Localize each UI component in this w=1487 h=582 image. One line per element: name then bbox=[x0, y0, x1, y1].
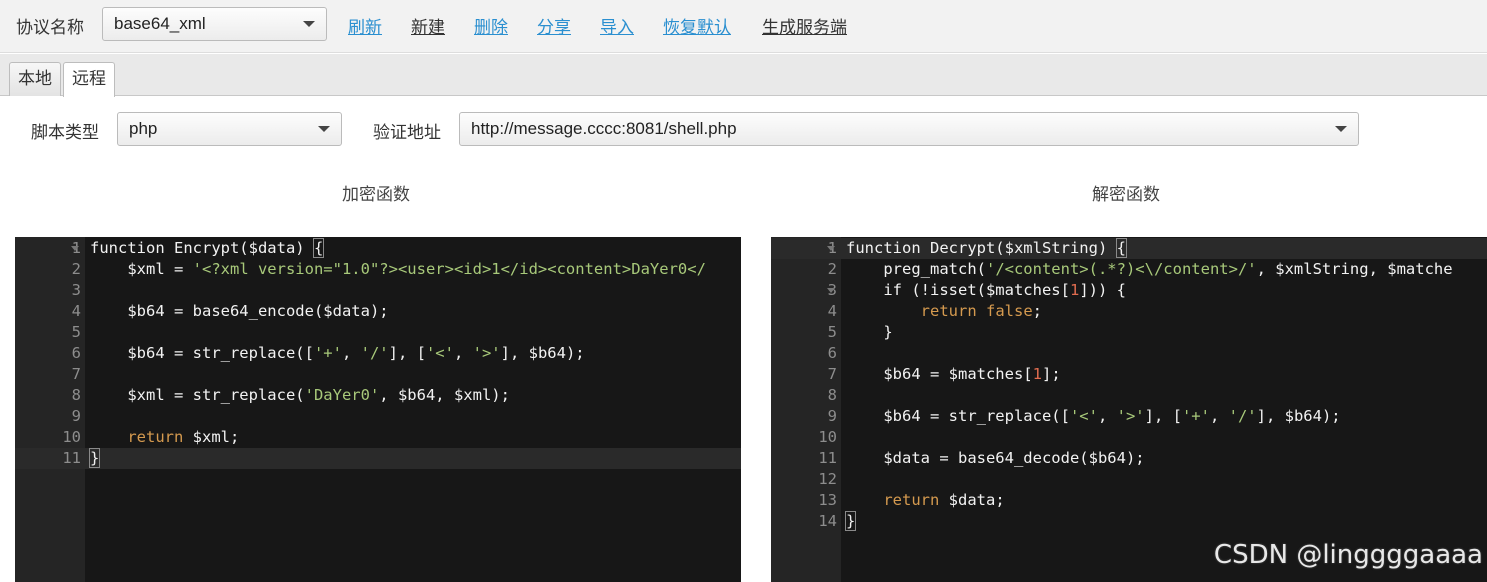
line-number: 9 bbox=[827, 407, 837, 425]
line-number: 10 bbox=[62, 428, 81, 446]
code-line: 11} bbox=[15, 448, 741, 469]
code-line: 3 bbox=[15, 280, 741, 301]
line-number: 3 bbox=[71, 281, 81, 299]
code-text: $b64 = str_replace(['+', '/'], ['<', '>'… bbox=[90, 344, 585, 362]
code-line: 8 bbox=[771, 385, 1487, 406]
line-number: 6 bbox=[71, 344, 81, 362]
code-line: 4 $b64 = base64_encode($data); bbox=[15, 301, 741, 322]
code-text: $b64 = base64_encode($data); bbox=[90, 302, 389, 320]
code-line: 14} bbox=[771, 511, 1487, 532]
line-number: 7 bbox=[71, 365, 81, 383]
code-line: 10 return $xml; bbox=[15, 427, 741, 448]
script-type-select[interactable]: php bbox=[117, 112, 342, 146]
protocol-select[interactable]: base64_xml bbox=[102, 7, 327, 41]
tab-remote[interactable]: 远程 bbox=[63, 62, 115, 97]
new-link[interactable]: 新建 bbox=[411, 13, 445, 38]
code-line: 5 } bbox=[771, 322, 1487, 343]
code-line: 6 $b64 = str_replace(['+', '/'], ['<', '… bbox=[15, 343, 741, 364]
code-text: preg_match('/<content>(.*?)<\/content>/'… bbox=[846, 260, 1453, 278]
chevron-down-icon bbox=[1335, 126, 1347, 132]
chevron-down-icon bbox=[303, 21, 315, 27]
fold-arrow-icon[interactable] bbox=[71, 246, 79, 251]
code-text: $xml = '<?xml version="1.0"?><user><id>1… bbox=[90, 260, 706, 278]
code-line: 4 return false; bbox=[771, 301, 1487, 322]
line-number: 7 bbox=[827, 365, 837, 383]
generate-server-link[interactable]: 生成服务端 bbox=[762, 13, 847, 38]
code-line: 10 bbox=[771, 427, 1487, 448]
code-text: } bbox=[844, 511, 857, 531]
line-number: 2 bbox=[71, 260, 81, 278]
line-number: 4 bbox=[827, 302, 837, 320]
verify-url-value: http://message.cccc:8081/shell.php bbox=[471, 119, 737, 138]
code-line: 1 function Decrypt($xmlString) { bbox=[771, 238, 1487, 259]
line-number: 2 bbox=[827, 260, 837, 278]
script-type-value: php bbox=[129, 119, 158, 138]
code-text: $b64 = str_replace(['<', '>'], ['+', '/'… bbox=[846, 407, 1341, 425]
line-number: 8 bbox=[827, 386, 837, 404]
code-line: 6 bbox=[771, 343, 1487, 364]
protocol-label: 协议名称 bbox=[16, 18, 84, 37]
code-line: 12 bbox=[771, 469, 1487, 490]
code-text: if (!isset($matches[1])) { bbox=[846, 281, 1126, 299]
code-text: function Encrypt($data) { bbox=[90, 238, 325, 258]
fold-arrow-icon[interactable] bbox=[827, 288, 835, 293]
code-text: return $data; bbox=[883, 491, 1005, 509]
code-line: 5 bbox=[15, 322, 741, 343]
watermark: CSDN @linggggaaaa bbox=[1213, 540, 1483, 570]
code-line: 7 bbox=[15, 364, 741, 385]
code-line: 8 $xml = str_replace('DaYer0', $b64, $xm… bbox=[15, 385, 741, 406]
code-text: } bbox=[88, 448, 101, 468]
code-text: return $xml; bbox=[127, 428, 240, 446]
line-number: 8 bbox=[71, 386, 81, 404]
code-text: function Decrypt($xmlString) { bbox=[846, 238, 1128, 258]
protocol-select-value: base64_xml bbox=[114, 14, 206, 33]
code-line: 2 preg_match('/<content>(.*?)<\/content>… bbox=[771, 259, 1487, 280]
verify-url-select[interactable]: http://message.cccc:8081/shell.php bbox=[459, 112, 1359, 146]
line-number: 11 bbox=[818, 449, 837, 467]
code-line: 2 $xml = '<?xml version="1.0"?><user><id… bbox=[15, 259, 741, 280]
code-text: return false; bbox=[920, 302, 1043, 320]
line-number: 13 bbox=[818, 491, 837, 509]
code-line: 11 $data = base64_decode($b64); bbox=[771, 448, 1487, 469]
code-text: $b64 = $matches[1]; bbox=[846, 365, 1061, 383]
refresh-link[interactable]: 刷新 bbox=[348, 13, 382, 38]
line-number: 4 bbox=[71, 302, 81, 320]
restore-default-link[interactable]: 恢复默认 bbox=[663, 13, 731, 38]
encrypt-title: 加密函数 bbox=[342, 185, 410, 204]
toolbar: 协议名称 base64_xml 刷新 新建 删除 分享 导入 恢复默认 生成服务… bbox=[0, 0, 1487, 53]
code-text: } bbox=[846, 323, 893, 341]
line-number: 11 bbox=[62, 449, 81, 467]
code-line: 9 $b64 = str_replace(['<', '>'], ['+', '… bbox=[771, 406, 1487, 427]
fold-arrow-icon[interactable] bbox=[827, 246, 835, 251]
line-number: 14 bbox=[818, 512, 837, 530]
code-line: 3 if (!isset($matches[1])) { bbox=[771, 280, 1487, 301]
code-line: 9 bbox=[15, 406, 741, 427]
decrypt-code-editor[interactable]: 1 function Decrypt($xmlString) {2 preg_ma… bbox=[771, 237, 1487, 582]
code-text: $data = base64_decode($b64); bbox=[846, 449, 1145, 467]
verify-url-label: 验证地址 bbox=[373, 123, 441, 142]
line-number: 12 bbox=[818, 470, 837, 488]
code-line: 1 function Encrypt($data) { bbox=[15, 238, 741, 259]
line-number: 5 bbox=[71, 323, 81, 341]
chevron-down-icon bbox=[318, 126, 330, 132]
line-number: 9 bbox=[71, 407, 81, 425]
decrypt-title: 解密函数 bbox=[1092, 185, 1160, 204]
delete-link[interactable]: 删除 bbox=[474, 13, 508, 38]
share-link[interactable]: 分享 bbox=[537, 13, 571, 38]
tab-bar: 本地 远程 bbox=[0, 54, 1487, 97]
line-number: 6 bbox=[827, 344, 837, 362]
import-link[interactable]: 导入 bbox=[600, 13, 634, 38]
code-line: 13 return $data; bbox=[771, 490, 1487, 511]
code-line: 7 $b64 = $matches[1]; bbox=[771, 364, 1487, 385]
script-type-label: 脚本类型 bbox=[31, 123, 99, 142]
encrypt-code-editor[interactable]: 1 function Encrypt($data) {2 $xml = '<?xm… bbox=[15, 237, 741, 582]
line-number: 10 bbox=[818, 428, 837, 446]
tab-local[interactable]: 本地 bbox=[9, 62, 61, 96]
code-text: $xml = str_replace('DaYer0', $b64, $xml)… bbox=[90, 386, 510, 404]
line-number: 5 bbox=[827, 323, 837, 341]
